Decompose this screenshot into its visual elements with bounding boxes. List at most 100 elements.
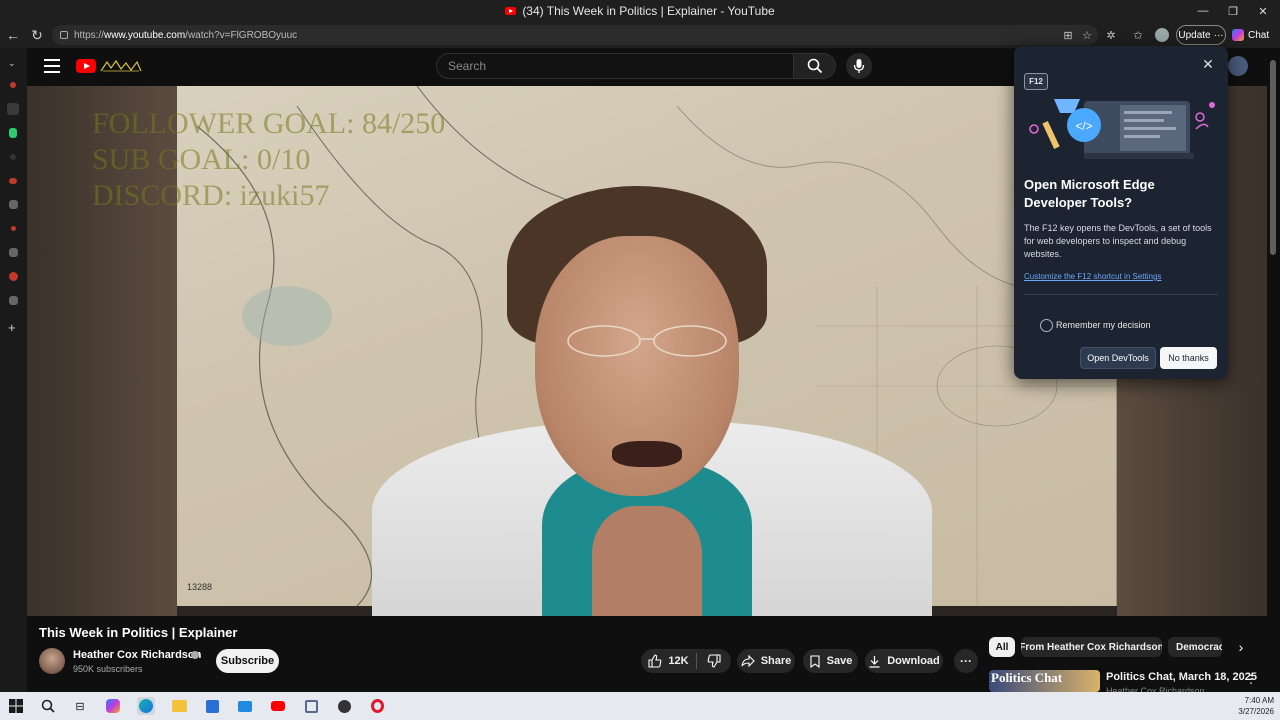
svg-text:</>: </> bbox=[1075, 119, 1092, 133]
save-label: Save bbox=[826, 655, 853, 667]
minimize-button[interactable]: — bbox=[1188, 0, 1218, 22]
chevron-right-icon[interactable]: › bbox=[1232, 637, 1250, 657]
stream-goal-overlay: FOLLOWER GOAL: 84/250 SUB GOAL: 0/10 DIS… bbox=[92, 106, 445, 214]
favorites-icon[interactable]: ✩ bbox=[1130, 27, 1146, 43]
save-button[interactable]: Save bbox=[803, 649, 858, 673]
chip-from-channel[interactable]: From Heather Cox Richardson bbox=[1021, 637, 1162, 657]
copilot-icon bbox=[1232, 29, 1244, 41]
window-title: (34) This Week in Politics | Explainer -… bbox=[522, 4, 775, 18]
customize-shortcut-link[interactable]: Customize the F12 shortcut in Settings bbox=[1024, 272, 1161, 281]
open-devtools-button[interactable]: Open DevTools bbox=[1080, 347, 1156, 369]
devtools-illustration: </> bbox=[1029, 99, 1215, 159]
clock-time: 7:40 AM bbox=[1244, 696, 1274, 705]
lock-icon bbox=[60, 31, 68, 39]
share-button[interactable]: Share bbox=[737, 649, 795, 673]
close-window-button[interactable]: ✕ bbox=[1248, 0, 1278, 22]
follower-goal-text: FOLLOWER GOAL: 84/250 bbox=[92, 107, 446, 140]
taskbar-clock[interactable]: 7:40 AM 3/27/2026 bbox=[1236, 695, 1274, 717]
search-button[interactable] bbox=[794, 53, 836, 79]
back-arrow-icon[interactable]: ← bbox=[4, 27, 22, 43]
copilot-taskbar-icon[interactable] bbox=[104, 697, 122, 715]
clock-date: 3/27/2026 bbox=[1238, 707, 1274, 716]
more-actions-icon[interactable]: ··· bbox=[954, 649, 978, 673]
favorite-star-icon[interactable]: ☆ bbox=[1079, 27, 1095, 43]
profile-icon[interactable] bbox=[1154, 27, 1170, 43]
chart-number-label: 13288 bbox=[187, 582, 213, 592]
url-path: /watch?v=FlGROBOyuuc bbox=[185, 29, 298, 41]
thumbs-down-icon bbox=[707, 654, 721, 668]
url-host: www.youtube.com bbox=[104, 29, 186, 41]
scrollbar-thumb[interactable] bbox=[1270, 60, 1276, 255]
no-thanks-button[interactable]: No thanks bbox=[1160, 347, 1217, 369]
tab-reddit-icon[interactable] bbox=[9, 272, 18, 281]
tab-k-icon[interactable] bbox=[9, 128, 17, 138]
verified-check-icon bbox=[191, 651, 199, 659]
channel-avatar[interactable] bbox=[39, 648, 65, 674]
youtube-favicon-icon bbox=[505, 7, 517, 15]
search-taskbar-icon[interactable] bbox=[39, 697, 57, 715]
tab-s3-icon[interactable] bbox=[9, 296, 18, 305]
close-icon[interactable]: ✕ bbox=[1200, 56, 1216, 72]
person-mouth bbox=[612, 441, 682, 467]
file-explorer-icon[interactable] bbox=[170, 697, 188, 715]
like-button[interactable]: 12K bbox=[641, 649, 696, 673]
remember-decision-checkbox[interactable] bbox=[1040, 319, 1053, 332]
voice-search-button[interactable] bbox=[846, 53, 872, 79]
new-tab-icon[interactable]: + bbox=[8, 320, 16, 335]
maximize-button[interactable]: ❐ bbox=[1218, 0, 1248, 22]
mail-icon[interactable] bbox=[236, 697, 254, 715]
reload-icon[interactable]: ↻ bbox=[28, 27, 46, 43]
tab-news-icon[interactable] bbox=[9, 178, 17, 184]
dialog-title: Open Microsoft Edge Developer Tools? bbox=[1024, 177, 1155, 210]
account-avatar[interactable] bbox=[1228, 56, 1248, 76]
sub-goal-text: SUB GOAL: 0/10 bbox=[92, 143, 311, 176]
recommended-menu-icon[interactable]: ⋮ bbox=[1245, 672, 1257, 686]
window-titlebar: (34) This Week in Politics | Explainer -… bbox=[0, 0, 1280, 22]
person-neck bbox=[592, 506, 702, 616]
thumbs-up-icon bbox=[648, 654, 662, 668]
download-button[interactable]: Download bbox=[865, 649, 943, 673]
dislike-button[interactable] bbox=[697, 649, 731, 673]
youtube-doodle-logo[interactable] bbox=[99, 59, 143, 73]
update-button[interactable]: Update ··· bbox=[1176, 25, 1226, 45]
address-bar[interactable]: https://www.youtube.com/watch?v=FlGROBOy… bbox=[52, 25, 1098, 45]
channel-name[interactable]: Heather Cox Richardson bbox=[73, 649, 201, 661]
edge-sidebar: ⌄ + bbox=[0, 48, 27, 692]
chip-democracy[interactable]: Democracy bbox=[1168, 637, 1222, 657]
app-available-icon[interactable]: ⊞ bbox=[1060, 27, 1076, 43]
chevron-down-icon[interactable]: ⌄ bbox=[8, 58, 16, 69]
tab-s-icon[interactable] bbox=[9, 200, 18, 209]
video-title: This Week in Politics | Explainer bbox=[39, 625, 238, 640]
windows-start-icon[interactable] bbox=[7, 697, 25, 715]
game-taskbar-icon[interactable] bbox=[335, 697, 353, 715]
extensions-icon[interactable]: ✲ bbox=[1103, 27, 1119, 43]
search-input[interactable]: Search bbox=[436, 53, 794, 79]
download-icon bbox=[869, 655, 880, 668]
mute-tab-icon[interactable] bbox=[7, 103, 19, 115]
discord-text: DISCORD: izuki57 bbox=[92, 179, 330, 212]
chip-all[interactable]: All bbox=[989, 637, 1015, 657]
opera-icon[interactable] bbox=[368, 697, 386, 715]
share-arrow-icon bbox=[741, 655, 755, 667]
recommended-thumbnail[interactable]: Politics Chat bbox=[989, 670, 1100, 692]
dialog-body: The F12 key opens the DevTools, a set of… bbox=[1024, 223, 1212, 259]
tab-dot-icon[interactable] bbox=[11, 226, 16, 231]
share-label: Share bbox=[760, 655, 792, 667]
task-view-icon[interactable]: ⊟ bbox=[71, 697, 89, 715]
tab-youtube-icon[interactable] bbox=[10, 82, 16, 88]
remember-decision-label[interactable]: Remember my decision bbox=[1056, 320, 1151, 330]
tab-s2-icon[interactable] bbox=[9, 248, 18, 257]
app-taskbar-icon[interactable] bbox=[302, 697, 320, 715]
like-count: 12K bbox=[668, 655, 689, 667]
youtube-logo[interactable] bbox=[76, 59, 96, 73]
tab-icon[interactable] bbox=[10, 154, 16, 160]
edge-browser-icon[interactable] bbox=[137, 697, 155, 715]
recommended-title[interactable]: Politics Chat, March 18, 2025 bbox=[1106, 671, 1257, 683]
download-label: Download bbox=[887, 655, 940, 667]
ellipsis-icon: ··· bbox=[1213, 29, 1224, 41]
menu-hamburger-icon[interactable] bbox=[44, 59, 60, 73]
subscribe-button[interactable]: Subscribe bbox=[216, 649, 279, 673]
copilot-chat-button[interactable]: Chat bbox=[1232, 25, 1278, 45]
store-icon[interactable] bbox=[203, 697, 221, 715]
youtube-taskbar-icon[interactable] bbox=[269, 697, 287, 715]
